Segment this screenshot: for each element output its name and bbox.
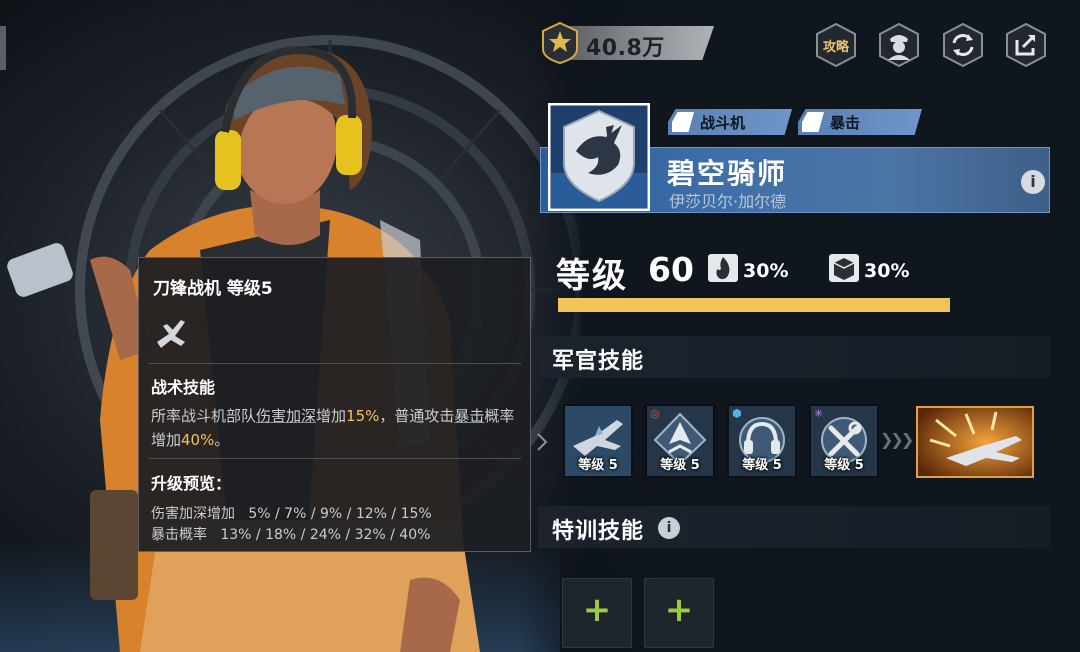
sparkle-icon: ✳	[814, 407, 824, 420]
upgrade-row-damage: 伤害加深增加 5% / 7% / 9% / 12% / 15%	[151, 506, 432, 522]
critical-icon	[802, 112, 824, 132]
guide-button[interactable]: 攻略	[814, 22, 858, 68]
training-slot-1[interactable]: +	[562, 578, 632, 648]
upgrade-row-crit: 暴击概率 13% / 18% / 24% / 32% / 40%	[151, 527, 431, 543]
tactical-skill-title: 战术技能	[151, 378, 216, 397]
plus-icon: +	[664, 590, 694, 630]
officer-profile-button[interactable]	[877, 22, 921, 68]
skill-slot-2[interactable]: ◎ 等级 5	[645, 404, 715, 478]
level-label: 等级	[556, 256, 628, 296]
officer-skills-header: 军官技能	[538, 336, 1050, 378]
missile-barrage-icon[interactable]	[916, 406, 1034, 478]
officer-skills-title: 军官技能	[552, 349, 645, 374]
share-button[interactable]	[1004, 22, 1048, 68]
skill-slot-1[interactable]: 等级 5	[563, 404, 633, 478]
upgrade-preview-title: 升级预览：	[151, 474, 232, 493]
power-value: 40.8万	[586, 36, 665, 61]
training-skills-title: 特训技能	[552, 519, 645, 544]
training-slot-2[interactable]: +	[644, 578, 714, 648]
tooltip-description: 所率战斗机部队伤害加深增加15%，普通攻击暴击概率增加40%。	[151, 407, 515, 449]
officer-name: 碧空骑师	[667, 157, 788, 190]
target-icon: ◎	[650, 407, 660, 420]
skill-slot-4[interactable]: ✳ 等级 5	[809, 404, 879, 478]
shield-defense-icon	[829, 254, 859, 282]
fighter-jet-icon	[157, 320, 185, 348]
guide-label: 攻略	[822, 40, 849, 55]
chevron-right-icon: ❯❯❯	[880, 430, 914, 449]
swap-officer-button[interactable]	[941, 22, 985, 68]
experience-bar-fill	[558, 298, 950, 312]
plus-icon: +	[582, 590, 612, 630]
eagle-emblem-icon	[548, 103, 650, 211]
attack-bonus-value: 30%	[743, 260, 789, 282]
level-value: 60	[648, 250, 694, 289]
tag-fighter: 战斗机	[668, 109, 792, 135]
experience-bar	[558, 298, 950, 312]
officer-info-button[interactable]: i	[1021, 170, 1045, 194]
star-badge-icon	[542, 22, 578, 64]
officer-subtitle: 伊莎贝尔·加尔德	[669, 192, 787, 211]
tag-critical: 暴击	[798, 109, 922, 135]
gear-badge-icon: ⬢	[732, 407, 742, 420]
share-icon	[1006, 22, 1046, 68]
officer-avatar-icon	[879, 22, 919, 68]
skill-slot-3[interactable]: ⬢ 等级 5	[727, 404, 797, 478]
training-info-button[interactable]: i	[658, 517, 680, 539]
tooltip-pointer-icon	[537, 433, 548, 451]
fighter-jet-icon	[672, 112, 694, 132]
power-display: 40.8万	[540, 22, 716, 64]
defense-bonus-value: 30%	[864, 260, 910, 282]
skill-tooltip: 刀锋战机 等级5 战术技能 所率战斗机部队伤害加深增加15%，普通攻击暴击概率增…	[138, 257, 531, 552]
refresh-icon	[943, 22, 983, 68]
tooltip-title: 刀锋战机 等级5	[153, 279, 273, 299]
training-skills-header: 特训技能 i	[538, 506, 1050, 548]
flame-attack-icon	[708, 254, 738, 282]
